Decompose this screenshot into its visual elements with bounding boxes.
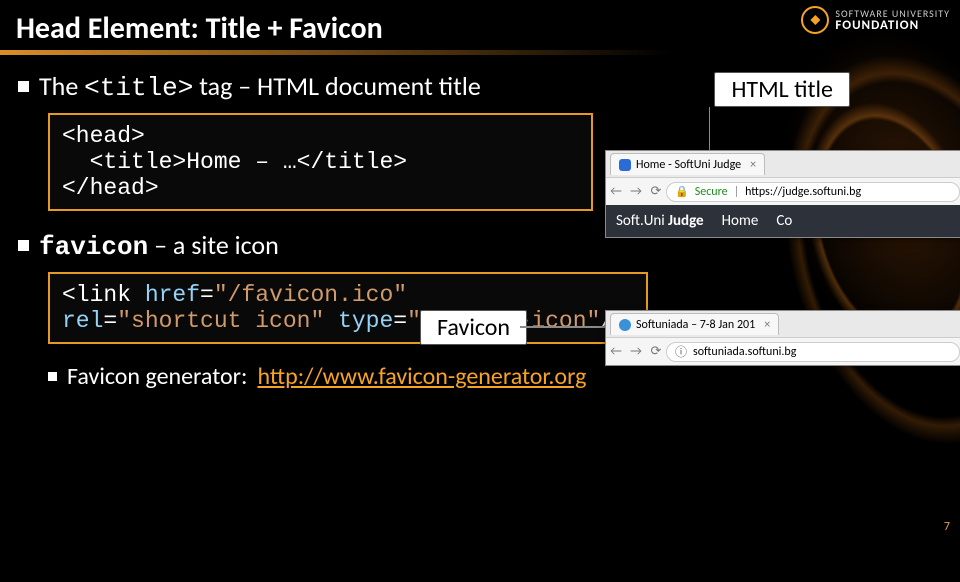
address-bar[interactable]: 🔒 Secure | https://judge.softuni.bg	[666, 182, 960, 202]
lock-icon: 🔒	[675, 185, 689, 198]
forward-icon[interactable]: →	[626, 344, 646, 359]
close-icon[interactable]: ×	[764, 318, 770, 332]
code-line: </head>	[62, 175, 579, 201]
page-header: Soft.Uni Judge Home Co	[606, 205, 960, 237]
browser-screenshot-softuniada: Softuniada – 7-8 Jan 201 × ← → ⟳ ⓘ softu…	[605, 310, 960, 366]
logo-line2: FOUNDATION	[835, 19, 950, 32]
brand-text: Soft.Uni Judge	[616, 212, 704, 230]
tab-strip: Softuniada – 7-8 Jan 201 ×	[606, 311, 960, 337]
tab-strip: Home - SoftUni Judge ×	[606, 151, 960, 177]
back-icon[interactable]: ←	[606, 184, 626, 199]
url-text: https://judge.softuni.bg	[745, 185, 861, 199]
browser-screenshot-judge: Home - SoftUni Judge × ← → ⟳ 🔒 Secure | …	[605, 150, 960, 238]
lightbulb-icon	[801, 6, 829, 34]
info-icon: ⓘ	[675, 343, 687, 360]
back-icon[interactable]: ←	[606, 344, 626, 359]
address-bar-row: ← → ⟳ 🔒 Secure | https://judge.softuni.b…	[606, 177, 960, 205]
logo-line1: SOFTWARE UNIVERSITY	[835, 9, 950, 19]
slide-title: Head Element: Title + Favicon	[16, 10, 383, 47]
bullet1-pre: The	[39, 70, 84, 102]
browser-tab[interactable]: Home - SoftUni Judge ×	[610, 153, 765, 175]
reload-icon[interactable]: ⟳	[646, 344, 666, 359]
bullet-favicon-generator: Favicon generator: http://www.favicon-ge…	[48, 362, 950, 391]
callout-favicon: Favicon	[420, 310, 527, 345]
code-line: <link href="/favicon.ico"	[62, 282, 634, 308]
favicon-icon	[619, 319, 631, 331]
bullet2-post: – a site icon	[148, 229, 279, 261]
address-bar[interactable]: ⓘ softuniada.softuni.bg	[666, 342, 960, 362]
bullet1-code: <title>	[84, 73, 193, 103]
bullet2-strong: favicon	[39, 232, 148, 262]
tab-title: Home - SoftUni Judge	[636, 158, 741, 172]
bullet-icon	[48, 372, 57, 381]
callout-connector	[520, 326, 615, 328]
title-underline	[0, 50, 960, 55]
bullet1-post: tag – HTML document title	[193, 70, 480, 102]
secure-label: Secure	[695, 185, 728, 199]
code-line: <title>Home – …</title>	[62, 149, 579, 175]
forward-icon[interactable]: →	[626, 184, 646, 199]
code-block-head-title: <head> <title>Home – …</title> </head>	[48, 113, 593, 211]
nav-home[interactable]: Home	[722, 212, 759, 230]
browser-tab[interactable]: Softuniada – 7-8 Jan 201 ×	[610, 313, 779, 335]
favgen-label: Favicon generator:	[67, 362, 247, 391]
logo: SOFTWARE UNIVERSITY FOUNDATION	[801, 6, 950, 34]
page-number: 7	[944, 520, 950, 534]
bullet-icon	[18, 240, 29, 251]
callout-html-title: HTML title	[714, 72, 850, 107]
address-bar-row: ← → ⟳ ⓘ softuniada.softuni.bg	[606, 337, 960, 365]
favicon-icon	[619, 159, 631, 171]
bullet-icon	[18, 81, 29, 92]
url-text: softuniada.softuni.bg	[693, 345, 796, 359]
reload-icon[interactable]: ⟳	[646, 184, 666, 199]
close-icon[interactable]: ×	[750, 158, 756, 172]
favicon-generator-link[interactable]: http://www.favicon-generator.org	[257, 362, 586, 391]
code-line: <head>	[62, 123, 579, 149]
tab-title: Softuniada – 7-8 Jan 201	[636, 318, 755, 332]
nav-item[interactable]: Co	[776, 212, 792, 230]
code-line: rel="shortcut icon" type="image/x-icon"/…	[62, 308, 634, 334]
code-block-link-favicon: <link href="/favicon.ico" rel="shortcut …	[48, 272, 648, 344]
